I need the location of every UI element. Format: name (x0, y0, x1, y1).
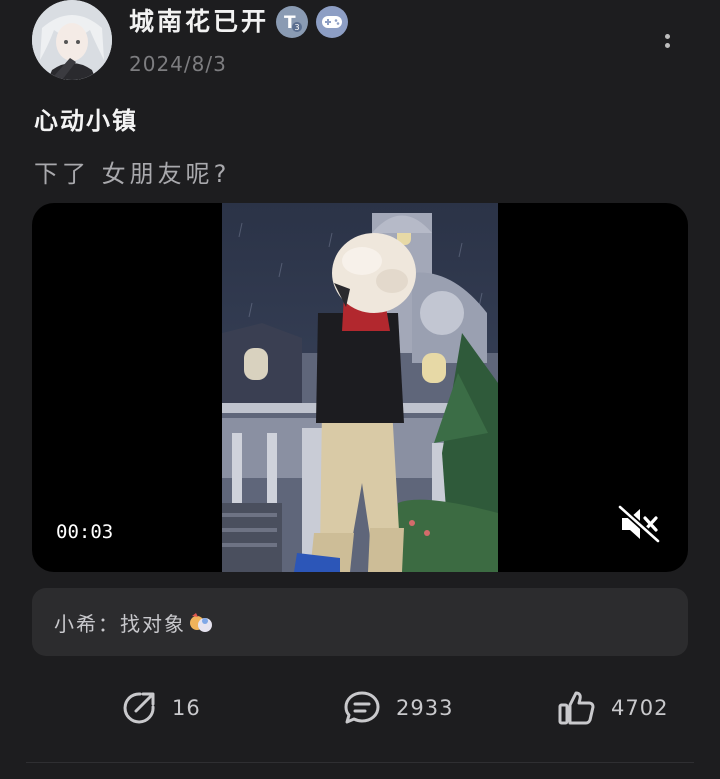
video-frame (222, 203, 498, 572)
gamepad-badge-icon[interactable] (316, 6, 348, 38)
share-count: 16 (172, 696, 201, 720)
post-date: 2024/8/3 (129, 52, 227, 76)
level-badge-icon[interactable]: T 3 (276, 6, 308, 38)
svg-text:3: 3 (295, 23, 300, 32)
like-button[interactable]: 4702 (557, 688, 668, 728)
mute-icon[interactable] (616, 503, 662, 545)
comment-count: 2933 (396, 696, 454, 720)
share-button[interactable]: 16 (120, 688, 201, 728)
video-timestamp: 00:03 (56, 521, 114, 543)
more-options-icon[interactable] (652, 26, 682, 56)
comment-separator: ： (98, 612, 120, 636)
comment-text: 小希：找对象 (54, 608, 214, 640)
comment-body: 找对象 (120, 612, 186, 636)
share-icon (123, 692, 155, 724)
thumbs-up-icon (558, 691, 595, 725)
top-comment[interactable]: 小希：找对象 (32, 588, 688, 656)
comment-button[interactable]: 2933 (342, 688, 453, 728)
video-player[interactable]: 00:03 (32, 203, 688, 572)
avatar[interactable] (32, 0, 112, 80)
like-count: 4702 (611, 696, 669, 720)
username[interactable]: 城南花已开 (129, 2, 269, 38)
couple-emoji-icon (188, 611, 214, 640)
post-body: 下了 女朋友呢? (34, 160, 231, 188)
avatar-image (32, 0, 112, 80)
divider (26, 762, 694, 763)
comment-icon (344, 691, 380, 724)
comment-author[interactable]: 小希 (54, 612, 98, 636)
post-title[interactable]: 心动小镇 (34, 101, 138, 136)
